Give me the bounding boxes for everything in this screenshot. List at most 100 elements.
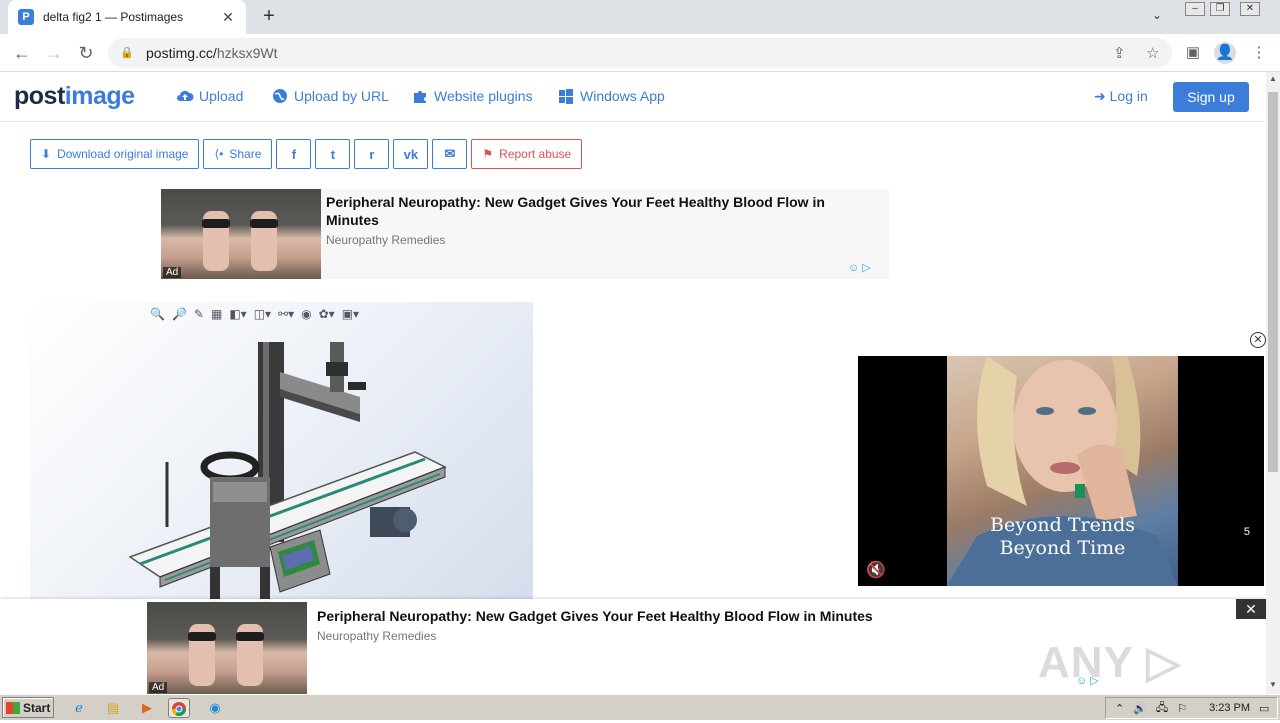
postimages-favicon-icon: P xyxy=(18,9,34,25)
address-bar[interactable]: 🔒 postimg.cc/hzksx9Wt ⇪ ☆ xyxy=(108,38,1172,68)
page-scrollbar[interactable]: ▲ ▼ xyxy=(1266,72,1280,694)
bottom-ad-image: Ad xyxy=(147,602,307,694)
vk-share-button[interactable]: vk xyxy=(393,139,429,169)
twitter-share-button[interactable]: t xyxy=(315,139,351,169)
facebook-share-button[interactable]: f xyxy=(276,139,312,169)
bottom-ad-band-right xyxy=(236,632,264,641)
ad-source: Neuropathy Remedies xyxy=(326,233,446,247)
bottom-ad-band-left xyxy=(188,632,216,641)
start-button[interactable]: Start xyxy=(2,697,54,718)
media-player-icon[interactable]: ▶ xyxy=(136,698,158,718)
tab-search-chevron-icon[interactable]: ⌄ xyxy=(1152,8,1162,22)
network-icon[interactable]: 🖧 xyxy=(1156,699,1168,718)
conveyor-machine-drawing xyxy=(128,342,447,602)
system-tray: ⌃ 🔊 🖧 ⚐ 3:23 PM ▭ xyxy=(1105,697,1278,719)
login-link[interactable]: ➜ Log in xyxy=(1094,88,1148,105)
reddit-share-button[interactable]: r xyxy=(354,139,390,169)
signup-button[interactable]: Sign up xyxy=(1173,82,1249,112)
nav-upload-label: Upload xyxy=(199,88,244,104)
email-share-button[interactable]: ✉ xyxy=(432,139,468,169)
video-countdown: 5 xyxy=(1243,526,1250,538)
side-panel-icon[interactable]: ▣ xyxy=(1182,42,1204,64)
download-label: Download original image xyxy=(57,147,189,161)
ad-title[interactable]: Peripheral Neuropathy: New Gadget Gives … xyxy=(326,193,866,229)
puzzle-icon xyxy=(414,91,426,103)
muted-speaker-icon[interactable]: 🔇 xyxy=(866,560,886,580)
video-ad[interactable]: Beyond Trends Beyond Time 🔇 5 xyxy=(858,356,1264,586)
bottom-ad-label: Ad xyxy=(149,682,168,693)
internet-explorer-icon[interactable]: ℯ xyxy=(68,698,90,718)
forward-arrow-icon[interactable]: → xyxy=(42,42,66,64)
share-button[interactable]: ⟨• Share xyxy=(203,139,273,169)
back-arrow-icon[interactable]: ← xyxy=(10,42,34,64)
tray-expand-icon[interactable]: ⌃ xyxy=(1115,702,1124,715)
share-label: Share xyxy=(229,147,262,161)
ad-image: Ad xyxy=(161,189,321,279)
download-original-button[interactable]: ⬇ Download original image xyxy=(30,139,200,169)
globe-icon xyxy=(273,89,287,103)
uploaded-image[interactable]: 🔍 🔎 ✎ ▦ ◧▾ ◫▾ ⚯▾ ◉ ✿▾ ▣▾ xyxy=(30,302,533,602)
bottom-ad-close-button[interactable]: ✕ xyxy=(1236,599,1266,619)
report-abuse-button[interactable]: ⚑ Report abuse xyxy=(471,139,583,169)
nav-windows-app-label: Windows App xyxy=(580,88,665,104)
adchoices-icon[interactable]: ☺ ▷ xyxy=(848,261,871,274)
volume-icon[interactable]: 🔊 xyxy=(1133,702,1147,715)
kebab-menu-icon[interactable]: ⋮ xyxy=(1248,42,1270,64)
site-header: postimage Upload Upload by URL Website p… xyxy=(0,72,1266,122)
download-icon: ⬇ xyxy=(41,147,52,161)
close-window-icon[interactable]: ✕ xyxy=(1240,2,1260,16)
url-path: hzksx9Wt xyxy=(216,45,278,61)
bookmark-star-icon[interactable]: ☆ xyxy=(1146,44,1159,62)
ad-label: Ad xyxy=(163,267,182,278)
edge-icon[interactable]: ◉ xyxy=(204,698,226,718)
share-page-icon[interactable]: ⇪ xyxy=(1113,44,1126,62)
scroll-thumb[interactable] xyxy=(1268,92,1278,472)
profile-avatar-icon[interactable]: 👤 xyxy=(1214,42,1236,64)
login-label: Log in xyxy=(1109,88,1148,104)
ad-band-right xyxy=(250,219,278,228)
chrome-icon[interactable] xyxy=(168,698,190,718)
login-icon: ➜ xyxy=(1094,88,1106,104)
lock-icon: 🔒 xyxy=(120,47,134,59)
nav-website-plugins-label: Website plugins xyxy=(434,88,533,104)
clock[interactable]: 3:23 PM xyxy=(1209,702,1250,714)
tab-title: delta fig2 1 — Postimages xyxy=(43,10,184,24)
cloud-upload-icon xyxy=(177,90,194,101)
ad-band-left xyxy=(202,219,230,228)
top-banner-ad[interactable]: Ad Peripheral Neuropathy: New Gadget Giv… xyxy=(161,189,889,279)
bottom-sticky-ad[interactable]: Ad Peripheral Neuropathy: New Gadget Giv… xyxy=(0,599,1266,694)
anyrun-watermark: ANY ▷ RUN xyxy=(1038,638,1182,694)
windows-flag-icon xyxy=(6,701,20,714)
logo-text-b: image xyxy=(64,82,135,110)
windows-icon xyxy=(559,89,573,104)
nav-windows-app[interactable]: Windows App xyxy=(557,88,665,104)
url-host: postimg.cc/ xyxy=(146,45,217,61)
windows-taskbar: Start ℯ ▤ ▶ ◉ ⌃ 🔊 🖧 ⚐ 3:23 PM ▭ xyxy=(0,694,1280,720)
nav-website-plugins[interactable]: Website plugins xyxy=(411,88,533,104)
postimage-logo[interactable]: postimage xyxy=(14,82,135,111)
report-label: Report abuse xyxy=(499,147,572,161)
video-frame: Beyond Trends Beyond Time xyxy=(947,356,1178,586)
file-explorer-icon[interactable]: ▤ xyxy=(102,698,124,718)
show-desktop-icon[interactable]: ▭ xyxy=(1259,702,1269,715)
action-center-flag-icon[interactable]: ⚐ xyxy=(1177,702,1187,715)
flag-icon: ⚑ xyxy=(482,147,494,161)
video-ad-close-icon[interactable]: ✕ xyxy=(1250,332,1266,348)
browser-tab[interactable]: P delta fig2 1 — Postimages ✕ xyxy=(8,0,246,34)
scroll-up-icon[interactable]: ▲ xyxy=(1266,74,1280,86)
nav-upload[interactable]: Upload xyxy=(176,88,243,104)
reload-icon[interactable]: ↻ xyxy=(74,42,98,64)
chrome-logo xyxy=(172,702,186,716)
bottom-ad-title[interactable]: Peripheral Neuropathy: New Gadget Gives … xyxy=(317,607,1017,625)
minimize-window-icon[interactable]: – xyxy=(1185,2,1205,16)
nav-upload-by-url[interactable]: Upload by URL xyxy=(271,88,389,104)
share-icon: ⟨• xyxy=(214,147,224,161)
new-tab-button[interactable]: + xyxy=(258,6,280,28)
bottom-ad-source: Neuropathy Remedies xyxy=(317,629,437,643)
video-line-1: Beyond Trends xyxy=(990,514,1135,536)
restore-window-icon[interactable]: ❐ xyxy=(1210,2,1230,16)
logo-text-a: post xyxy=(14,82,65,110)
tab-close-icon[interactable]: ✕ xyxy=(220,9,236,26)
web-page: postimage Upload Upload by URL Website p… xyxy=(0,72,1266,694)
scroll-down-icon[interactable]: ▼ xyxy=(1266,680,1280,692)
